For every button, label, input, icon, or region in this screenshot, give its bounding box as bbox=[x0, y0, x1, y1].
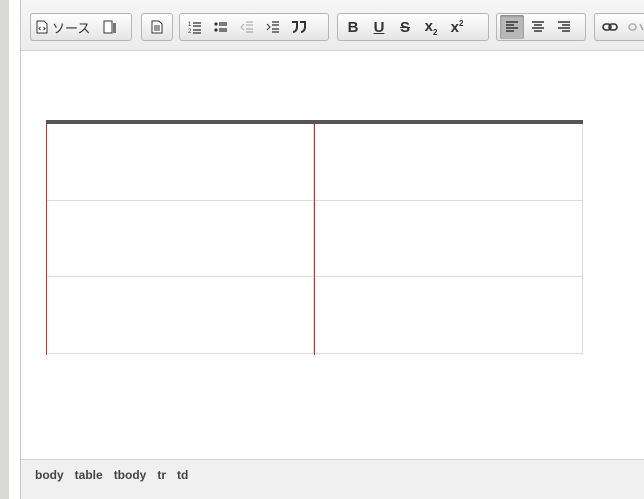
path-item-tr[interactable]: tr bbox=[157, 468, 166, 482]
document-button[interactable] bbox=[145, 15, 169, 39]
unlink-icon bbox=[628, 21, 644, 33]
unlink-button[interactable] bbox=[624, 15, 644, 39]
svg-text:2: 2 bbox=[188, 29, 192, 34]
subscript-label: x2 bbox=[425, 18, 438, 37]
table-cell[interactable] bbox=[314, 277, 583, 354]
bulleted-list-button[interactable] bbox=[209, 15, 233, 39]
toolbar-group-paragraph: 12 bbox=[179, 13, 329, 41]
blockquote-icon bbox=[291, 20, 307, 34]
align-left-button[interactable] bbox=[500, 15, 524, 39]
cell-selection-left-border bbox=[46, 124, 47, 355]
toolbar-group-document: ソース bbox=[30, 13, 132, 41]
link-icon bbox=[602, 21, 618, 33]
bold-label: B bbox=[347, 18, 359, 36]
outdent-icon bbox=[240, 20, 254, 34]
editor-toolbar: ソース 12 B U S x2 x2 bbox=[20, 0, 644, 51]
subscript-button[interactable]: x2 bbox=[419, 15, 443, 39]
source-label: ソース bbox=[52, 20, 91, 36]
maximize-button[interactable] bbox=[98, 15, 122, 39]
table-cell[interactable] bbox=[46, 201, 314, 277]
path-item-body[interactable]: body bbox=[35, 468, 64, 482]
superscript-button[interactable]: x2 bbox=[445, 15, 469, 39]
table-cell[interactable] bbox=[314, 124, 583, 201]
strikethrough-label: S bbox=[399, 18, 410, 36]
numbered-list-icon: 12 bbox=[188, 20, 202, 34]
align-right-icon bbox=[557, 20, 571, 34]
align-right-button[interactable] bbox=[552, 15, 576, 39]
bold-button[interactable]: B bbox=[341, 15, 365, 39]
underline-label: U bbox=[373, 18, 385, 36]
source-icon bbox=[36, 20, 48, 34]
breadcrumb: body table tbody tr td bbox=[35, 468, 199, 482]
align-center-button[interactable] bbox=[526, 15, 550, 39]
left-sidebar-edge bbox=[0, 0, 9, 499]
link-button[interactable] bbox=[598, 15, 622, 39]
strikethrough-button[interactable]: S bbox=[393, 15, 417, 39]
table-cell[interactable] bbox=[314, 201, 583, 277]
indent-icon bbox=[266, 20, 280, 34]
table-cell[interactable] bbox=[46, 124, 314, 201]
svg-text:1: 1 bbox=[188, 22, 192, 28]
element-path-bar: body table tbody tr td bbox=[20, 459, 644, 499]
blockquote-button[interactable] bbox=[287, 15, 311, 39]
numbered-list-button[interactable]: 12 bbox=[183, 15, 207, 39]
superscript-label: x2 bbox=[451, 19, 464, 36]
subscript-base: x bbox=[424, 17, 433, 35]
subscript-mark: 2 bbox=[432, 27, 438, 37]
toolbar-group-basic-styles: B U S x2 x2 bbox=[337, 13, 489, 41]
table-cell[interactable] bbox=[46, 277, 314, 354]
underline-button[interactable]: U bbox=[367, 15, 391, 39]
align-center-icon bbox=[531, 20, 545, 34]
toolbar-group-align bbox=[496, 13, 586, 41]
bulleted-list-icon bbox=[214, 20, 228, 34]
superscript-mark: 2 bbox=[458, 18, 464, 28]
outdent-button[interactable] bbox=[235, 15, 259, 39]
indent-button[interactable] bbox=[261, 15, 285, 39]
toolbar-group-links bbox=[594, 13, 644, 41]
superscript-base: x bbox=[450, 18, 459, 36]
align-left-icon bbox=[505, 20, 519, 34]
source-button[interactable]: ソース bbox=[34, 15, 96, 39]
path-item-tbody[interactable]: tbody bbox=[114, 468, 147, 482]
toolbar-group-template bbox=[141, 13, 173, 41]
document-icon bbox=[151, 20, 163, 34]
maximize-icon bbox=[103, 20, 117, 34]
path-item-td[interactable]: td bbox=[177, 468, 188, 482]
cell-selection-middle-border bbox=[314, 124, 315, 355]
path-item-table[interactable]: table bbox=[75, 468, 103, 482]
